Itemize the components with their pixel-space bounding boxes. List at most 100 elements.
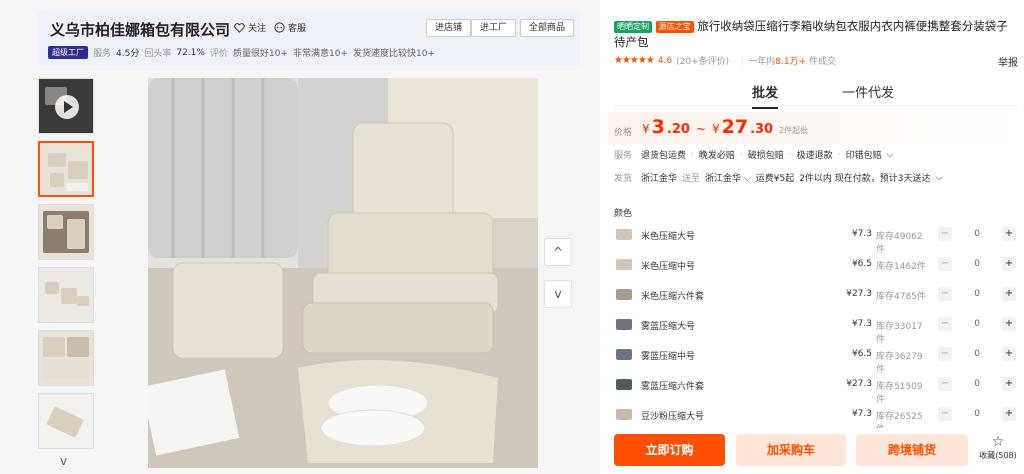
ship-to-word: 送至 bbox=[682, 174, 701, 184]
cross-border-button[interactable]: 跨境铺货 bbox=[856, 434, 968, 466]
image-prev-button[interactable]: ^ bbox=[544, 238, 572, 266]
sku-thumbnail-icon bbox=[616, 289, 632, 300]
qty-plus-button[interactable]: + bbox=[1002, 317, 1016, 331]
enter-factory-button[interactable]: 进工厂 bbox=[471, 19, 517, 37]
action-bar: 立即订购 加采购车 跨境铺货 ☆ 收藏(508) bbox=[600, 428, 1024, 474]
service-item: 印错包赔 bbox=[845, 151, 882, 161]
qty-minus-button[interactable]: − bbox=[938, 317, 952, 331]
main-product-image[interactable] bbox=[148, 78, 538, 468]
follow-button[interactable]: 关注 bbox=[234, 21, 266, 34]
add-to-cart-button[interactable]: 加采购车 bbox=[736, 434, 846, 466]
thumbnail-image[interactable] bbox=[38, 204, 94, 260]
service-label: 服务 bbox=[614, 151, 633, 161]
shop-name[interactable]: 义乌市柏佳娜箱包有限公司 bbox=[50, 19, 230, 40]
ship-to-select[interactable]: 浙江金华 ⌵ bbox=[705, 171, 751, 184]
qty-input[interactable]: 0 bbox=[974, 349, 980, 359]
review-count[interactable]: (20+条评价) bbox=[676, 54, 729, 67]
report-link[interactable]: 举报 bbox=[998, 54, 1018, 69]
qty-input[interactable]: 0 bbox=[974, 409, 980, 419]
qty-plus-button[interactable]: + bbox=[1002, 257, 1016, 271]
chevron-down-icon[interactable]: ⌵ bbox=[887, 150, 894, 160]
thumbnail-video[interactable] bbox=[38, 78, 94, 134]
sku-thumbnail-icon bbox=[616, 319, 632, 330]
service-score-label: 服务 bbox=[93, 49, 112, 59]
review-tag: 发货速度比较快10+ bbox=[352, 49, 435, 59]
sku-stock: 库存1462件 bbox=[876, 262, 926, 272]
follow-label: 关注 bbox=[248, 24, 267, 34]
qty-input[interactable]: 0 bbox=[974, 289, 980, 299]
sku-stock: 库存4785件 bbox=[876, 292, 926, 302]
enter-shop-button[interactable]: 进店铺 bbox=[426, 19, 472, 37]
qty-plus-button[interactable]: + bbox=[1002, 347, 1016, 361]
thumbnail-image[interactable] bbox=[38, 141, 94, 197]
qty-input[interactable]: 0 bbox=[974, 319, 980, 329]
sku-price: ¥6.5 bbox=[851, 349, 872, 359]
service-score: 4.5分 bbox=[116, 49, 140, 59]
sku-row: 雾蓝压缩六件套 ¥27.3 库存51509件 − 0 + bbox=[614, 372, 1018, 405]
tab-wholesale[interactable]: 批发 bbox=[752, 82, 779, 109]
shop-header: 义乌市柏佳娜箱包有限公司 关注 客服 进店铺 进工厂 全部商品 超级工厂 服务 … bbox=[38, 10, 580, 66]
service-item: 极速退款 bbox=[796, 151, 833, 161]
rating-stars-icon: ★★★★★ bbox=[614, 55, 655, 66]
sku-thumbnail-icon bbox=[616, 349, 632, 360]
qty-input[interactable]: 0 bbox=[974, 379, 980, 389]
price-box: 价格 ¥3.20 ~ ¥27.30 2件起批 bbox=[608, 112, 1020, 144]
qty-minus-button[interactable]: − bbox=[938, 347, 952, 361]
all-products-button[interactable]: 全部商品 bbox=[520, 19, 575, 37]
qty-plus-button[interactable]: + bbox=[1002, 377, 1016, 391]
purchase-mode-tabs: 批发 一件代发 bbox=[614, 80, 1018, 109]
sku-price: ¥7.3 bbox=[851, 409, 872, 419]
thumbnail-image[interactable] bbox=[38, 267, 94, 323]
chevron-down-icon: ⌵ bbox=[743, 174, 751, 184]
qty-plus-button[interactable]: + bbox=[1002, 407, 1016, 421]
review-label: 评价 bbox=[209, 49, 228, 59]
qty-plus-button[interactable]: + bbox=[1002, 287, 1016, 301]
shop-stats: 超级工厂 服务 4.5分 回头率 72.1% 评价 质量很好10+ 非常满意10… bbox=[48, 46, 435, 59]
qty-minus-button[interactable]: − bbox=[938, 377, 952, 391]
image-next-button[interactable]: v bbox=[544, 280, 572, 308]
sku-name: 雾蓝压缩大号 bbox=[641, 322, 696, 332]
shipping-row: 发货 浙江金华 送至 浙江金华 ⌵ 运费¥5起 2件以内 现在付款，预计3天送达… bbox=[614, 171, 943, 185]
qty-minus-button[interactable]: − bbox=[938, 257, 952, 271]
repurchase-label: 回头率 bbox=[144, 49, 172, 59]
thumbnails-scroll-down-icon[interactable]: v bbox=[60, 454, 67, 468]
tab-dropship[interactable]: 一件代发 bbox=[842, 82, 894, 101]
buy-now-button[interactable]: 立即订购 bbox=[614, 434, 725, 466]
qty-input[interactable]: 0 bbox=[974, 259, 980, 269]
review-tag: 质量很好10+ bbox=[232, 49, 288, 59]
shop-tag: 源店之宝 bbox=[655, 21, 694, 33]
qty-minus-button[interactable]: − bbox=[938, 407, 952, 421]
customer-service-button[interactable]: 客服 bbox=[274, 21, 306, 34]
play-icon bbox=[55, 95, 79, 119]
sku-price: ¥27.3 bbox=[846, 289, 872, 299]
service-item: 退货包运费 bbox=[641, 151, 687, 161]
sku-name: 豆沙粉压缩大号 bbox=[641, 412, 705, 422]
service-item: 晚发必赔 bbox=[698, 151, 735, 161]
thumbnail-image[interactable] bbox=[38, 393, 94, 449]
sku-thumbnail-icon bbox=[616, 259, 632, 270]
shipping-label: 发货 bbox=[614, 174, 633, 184]
delivery-estimate: 2件以内 现在付款，预计3天送达 bbox=[799, 174, 931, 184]
qty-plus-button[interactable]: + bbox=[1002, 227, 1016, 241]
product-gallery-panel: 义乌市柏佳娜箱包有限公司 关注 客服 进店铺 进工厂 全部商品 超级工厂 服务 … bbox=[0, 0, 600, 474]
qty-input[interactable]: 0 bbox=[974, 229, 980, 239]
qty-minus-button[interactable]: − bbox=[938, 287, 952, 301]
favorite-button[interactable]: ☆ 收藏(508) bbox=[976, 434, 1020, 461]
rating-score: 4.6 bbox=[657, 55, 673, 66]
sku-price: ¥7.3 bbox=[851, 319, 872, 329]
sku-thumbnail-icon bbox=[616, 229, 632, 240]
chevron-down-icon[interactable]: ⌵ bbox=[936, 173, 943, 183]
star-icon: ☆ bbox=[991, 434, 1005, 450]
price-range: ¥3.20 ~ ¥27.30 2件起批 bbox=[642, 116, 809, 138]
page: 义乌市柏佳娜箱包有限公司 关注 客服 进店铺 进工厂 全部商品 超级工厂 服务 … bbox=[0, 0, 1024, 474]
product-info-panel: 晒晒定制 源店之宝 旅行收纳袋压缩行李箱收纳包衣服内衣内裤便携整套分装袋子待产包… bbox=[600, 0, 1024, 474]
thumbnail-image[interactable] bbox=[38, 330, 94, 386]
favorite-label: 收藏(508) bbox=[979, 451, 1017, 460]
product-photo bbox=[148, 78, 538, 468]
heart-icon bbox=[234, 22, 245, 33]
super-factory-badge: 超级工厂 bbox=[48, 46, 88, 59]
qty-minus-button[interactable]: − bbox=[938, 227, 952, 241]
sku-name: 雾蓝压缩中号 bbox=[641, 352, 696, 362]
sku-row: 雾蓝压缩大号 ¥7.3 库存33017件 − 0 + bbox=[614, 312, 1018, 345]
service-row: 服务 退货包运费 · 晚发必赔 · 破损包赔 · 极速退款 · 印错包赔 ⌵ bbox=[614, 149, 894, 162]
